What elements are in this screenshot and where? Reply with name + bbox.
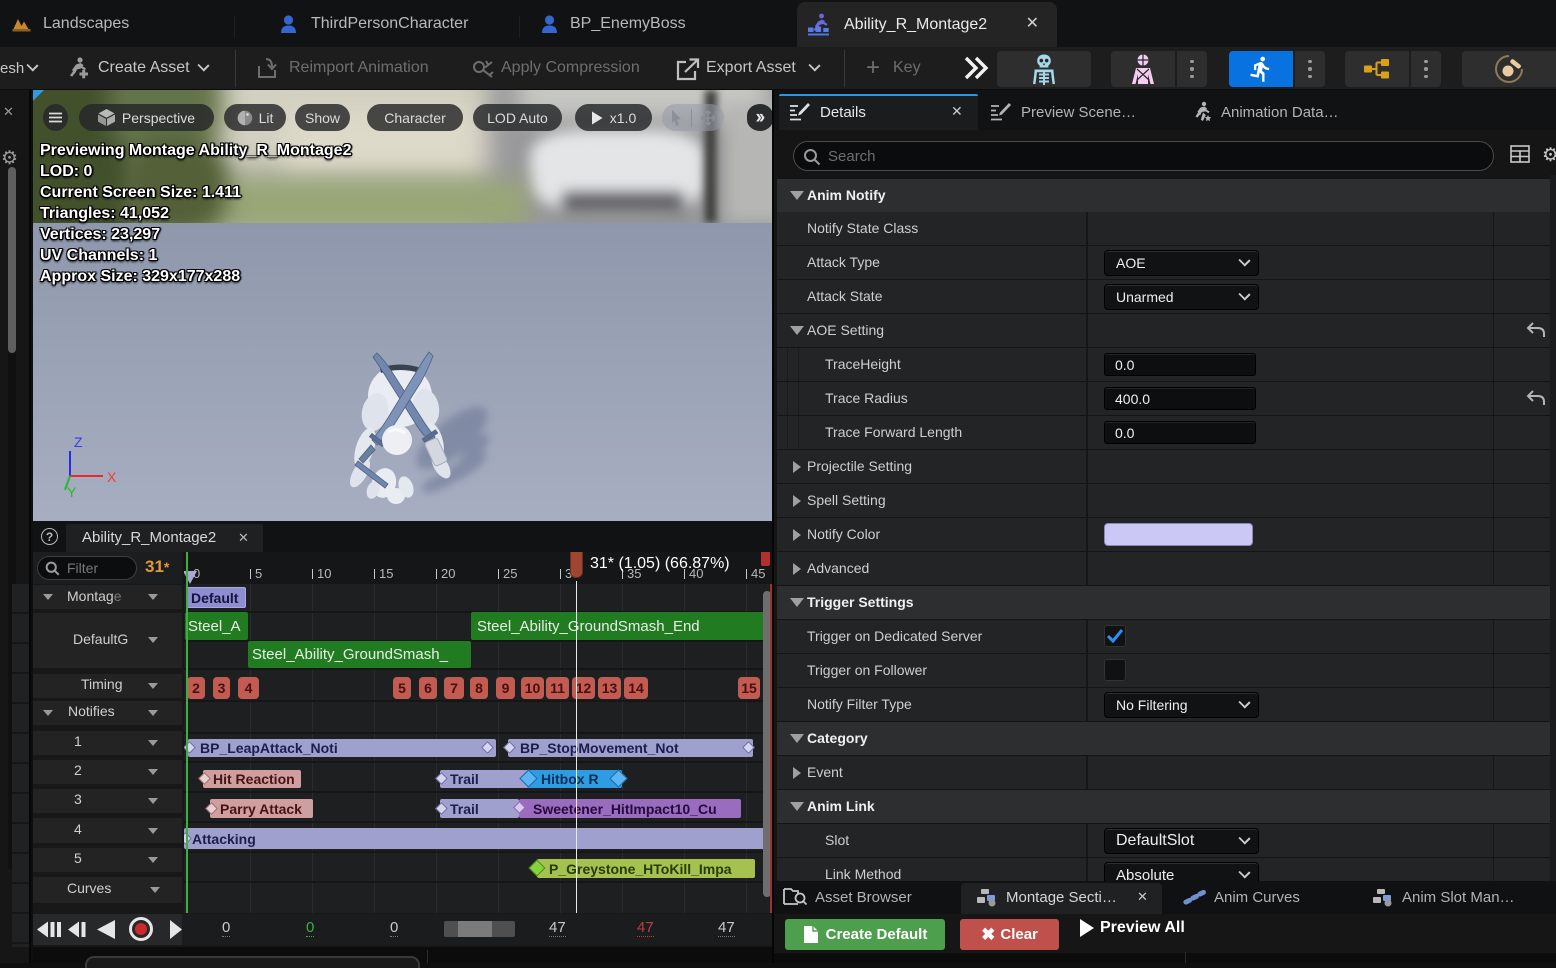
svg-text:Z: Z [74,435,83,450]
svg-text:Y: Y [67,484,77,500]
svg-text:X: X [107,469,117,485]
